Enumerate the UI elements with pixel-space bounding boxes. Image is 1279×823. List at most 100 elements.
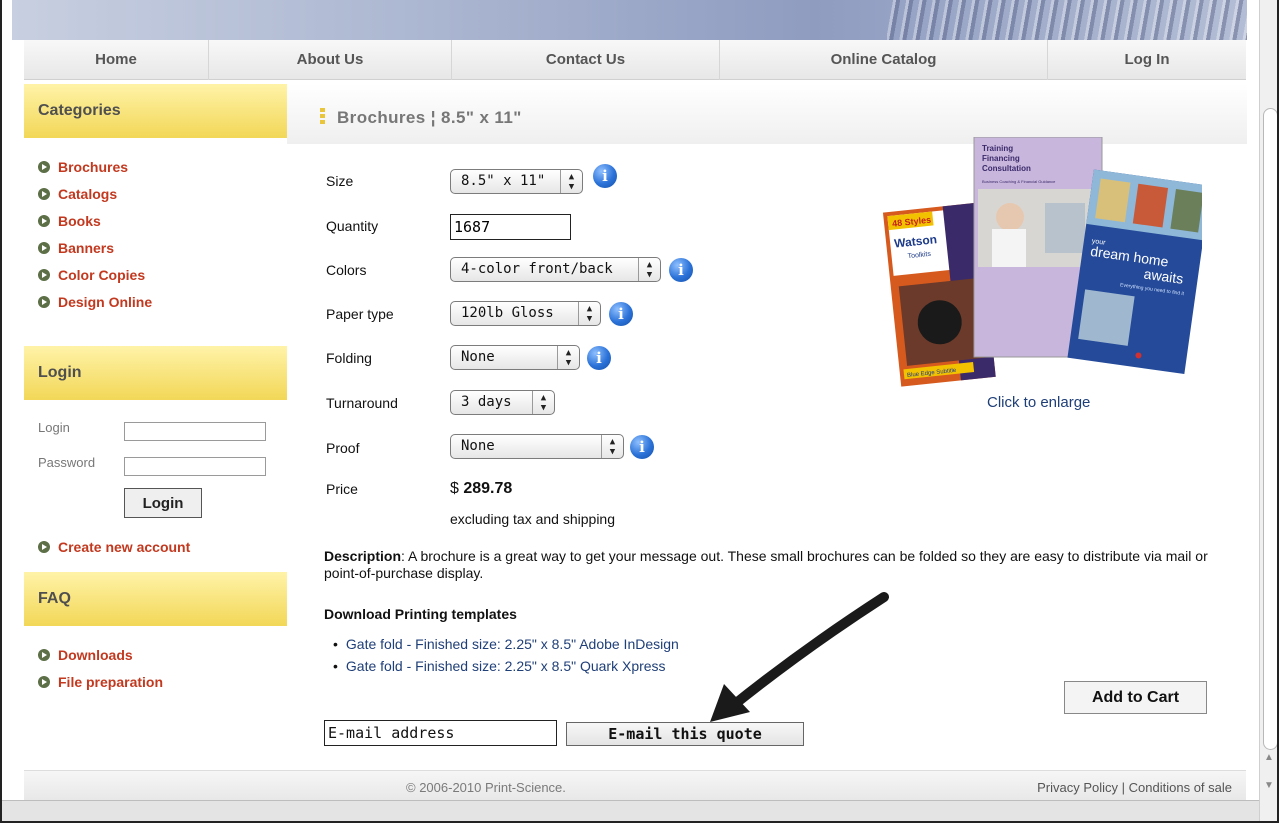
category-list: Brochures Catalogs Books Banners Color C… [38, 156, 152, 318]
quantity-input[interactable] [450, 214, 571, 240]
description-text: : A brochure is a great way to get your … [324, 548, 1208, 581]
login-field-label: Login [38, 420, 70, 435]
email-address-input[interactable] [324, 720, 557, 746]
colors-label: Colors [326, 262, 367, 278]
proof-info-icon[interactable]: i [630, 435, 654, 459]
click-to-enlarge-link[interactable]: Click to enlarge [987, 394, 1090, 411]
header-banner [12, 0, 1247, 40]
nav-log-in[interactable]: Log In [1048, 40, 1246, 80]
select-arrows-icon: ▲ ▼ [557, 346, 579, 369]
faq-heading: FAQ [24, 572, 287, 626]
category-label: Design Online [58, 294, 153, 310]
top-navigation: Home About Us Contact Us Online Catalog … [24, 40, 1246, 80]
paper-type-select[interactable]: 120lb Gloss ▲ ▼ [450, 301, 601, 326]
conditions-of-sale-link[interactable]: Conditions of sale [1129, 780, 1232, 795]
faq-list: Downloads File preparation [38, 644, 163, 698]
template-link-indesign[interactable]: Gate fold - Finished size: 2.25" x 8.5" … [333, 636, 679, 658]
password-input[interactable] [124, 457, 266, 476]
login-heading: Login [24, 346, 287, 400]
nav-contact-us[interactable]: Contact Us [452, 40, 720, 80]
price-label: Price [326, 481, 358, 497]
proof-label: Proof [326, 440, 360, 456]
arrow-bullet-icon [38, 269, 50, 281]
arrow-bullet-icon [38, 296, 50, 308]
privacy-policy-link[interactable]: Privacy Policy [1037, 780, 1118, 795]
faq-label: File preparation [58, 674, 164, 690]
arrow-bullet-icon [38, 161, 50, 173]
paper-type-select-value: 120lb Gloss [461, 305, 554, 321]
paper-type-info-icon[interactable]: i [609, 302, 633, 326]
faq-item-downloads[interactable]: Downloads [38, 644, 163, 671]
price-amount: 289.78 [463, 480, 513, 497]
arrow-bullet-icon [38, 541, 50, 553]
banner-decoration [887, 0, 1247, 40]
folding-select-value: None [461, 349, 495, 365]
category-label: Color Copies [58, 267, 146, 283]
arrow-bullet-icon [38, 676, 50, 688]
category-item-color-copies[interactable]: Color Copies [38, 264, 152, 291]
arrow-bullet-icon [38, 649, 50, 661]
category-item-books[interactable]: Books [38, 210, 152, 237]
password-field-label: Password [38, 455, 96, 470]
size-info-icon[interactable]: i [593, 164, 617, 188]
vertical-scrollbar[interactable]: ▲ ▼ [1259, 0, 1277, 821]
template-link-quark[interactable]: Gate fold - Finished size: 2.25" x 8.5" … [333, 658, 679, 680]
category-label: Catalogs [58, 186, 118, 202]
card2-title-3: Consultation [982, 164, 1031, 173]
nav-about-us[interactable]: About Us [209, 40, 452, 80]
arrow-bullet-icon [38, 215, 50, 227]
account-links: Create new account [38, 536, 190, 563]
scrollbar-thumb[interactable] [1263, 108, 1277, 750]
category-item-banners[interactable]: Banners [38, 237, 152, 264]
proof-select-value: None [461, 438, 495, 454]
title-bar: Brochures ¦ 8.5" x 11" [287, 84, 1247, 144]
nav-online-catalog[interactable]: Online Catalog [720, 40, 1048, 80]
select-arrows-icon: ▲ ▼ [601, 435, 623, 458]
card2-title-2: Financing [982, 154, 1020, 163]
login-button[interactable]: Login [124, 488, 202, 518]
select-arrows-icon: ▲ ▼ [560, 170, 582, 193]
size-select[interactable]: 8.5" x 11" ▲ ▼ [450, 169, 583, 194]
turnaround-label: Turnaround [326, 395, 398, 411]
page-title: Brochures ¦ 8.5" x 11" [337, 108, 522, 127]
copyright-text: © 2006-2010 Print-Science. [406, 780, 566, 795]
colors-select[interactable]: 4-color front/back ▲ ▼ [450, 257, 661, 282]
folding-info-icon[interactable]: i [587, 346, 611, 370]
faq-item-file-preparation[interactable]: File preparation [38, 671, 163, 698]
faq-label: Downloads [58, 647, 133, 663]
card2-sub: Business Coaching & Financial Guidance [982, 179, 1056, 184]
proof-select[interactable]: None ▲ ▼ [450, 434, 624, 459]
folding-select[interactable]: None ▲ ▼ [450, 345, 580, 370]
category-item-brochures[interactable]: Brochures [38, 156, 152, 183]
footer: © 2006-2010 Print-Science. Privacy Polic… [24, 770, 1246, 800]
colors-select-value: 4-color front/back [461, 261, 613, 277]
scroll-up-icon[interactable]: ▲ [1264, 752, 1274, 763]
email-quote-button[interactable]: E-mail this quote [566, 722, 804, 746]
arrow-bullet-icon [38, 188, 50, 200]
footer-links: Privacy Policy | Conditions of sale [1037, 780, 1232, 795]
nav-home[interactable]: Home [24, 40, 209, 80]
arrow-bullet-icon [38, 242, 50, 254]
category-label: Brochures [58, 159, 129, 175]
category-label: Banners [58, 240, 115, 256]
colors-info-icon[interactable]: i [669, 258, 693, 282]
turnaround-select[interactable]: 3 days ▲ ▼ [450, 390, 555, 415]
folding-label: Folding [326, 350, 372, 366]
price-note: excluding tax and shipping [450, 511, 616, 527]
scroll-down-icon[interactable]: ▼ [1264, 780, 1274, 791]
template-download-list: Gate fold - Finished size: 2.25" x 8.5" … [333, 636, 679, 680]
create-account-link[interactable]: Create new account [38, 536, 190, 563]
brochure-thumbnail[interactable]: 48 Styles Watson Toolkits Blue Edge Subt… [880, 137, 1202, 387]
select-arrows-icon: ▲ ▼ [532, 391, 554, 414]
select-arrows-icon: ▲ ▼ [638, 258, 660, 281]
add-to-cart-button[interactable]: Add to Cart [1064, 681, 1207, 714]
price-currency: $ [450, 480, 459, 497]
create-account-label: Create new account [58, 539, 191, 555]
description-label: Description [324, 548, 402, 564]
login-input[interactable] [124, 422, 266, 441]
downloads-heading: Download Printing templates [324, 606, 517, 622]
category-item-catalogs[interactable]: Catalogs [38, 183, 152, 210]
quantity-label: Quantity [326, 218, 379, 234]
card2-title-1: Training [982, 144, 1013, 153]
category-item-design-online[interactable]: Design Online [38, 291, 152, 318]
